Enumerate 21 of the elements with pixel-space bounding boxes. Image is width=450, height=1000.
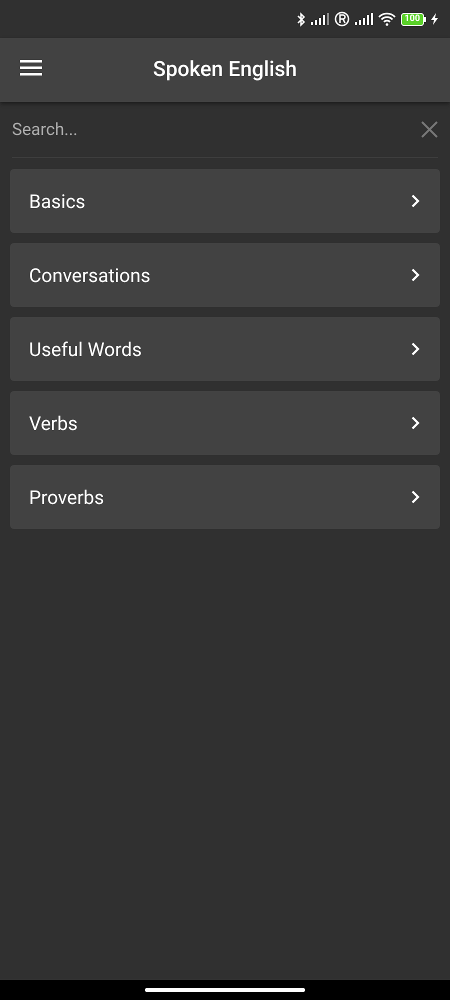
chevron-icon [411,194,420,208]
category-item[interactable]: Conversations [10,243,440,307]
app-title: Spoken English [153,58,297,82]
wifi-icon [378,12,396,26]
chevron-icon [411,416,420,430]
category-item[interactable]: Verbs [10,391,440,455]
category-item[interactable]: Basics [10,169,440,233]
category-item[interactable]: Useful Words [10,317,440,381]
signal-icon [354,13,372,25]
menu-icon[interactable] [20,59,42,77]
roaming-icon [334,11,350,27]
close-icon[interactable] [421,121,438,138]
chevron-icon [411,342,420,356]
bluetooth-icon [296,12,306,26]
signal-icon [310,13,328,25]
search-field[interactable]: Search... [12,120,421,140]
chevron-icon [411,268,420,282]
chevron-icon [411,490,420,504]
battery-icon: 100 [400,12,426,26]
charging-icon [431,13,438,25]
category-item[interactable]: Proverbs [10,465,440,529]
